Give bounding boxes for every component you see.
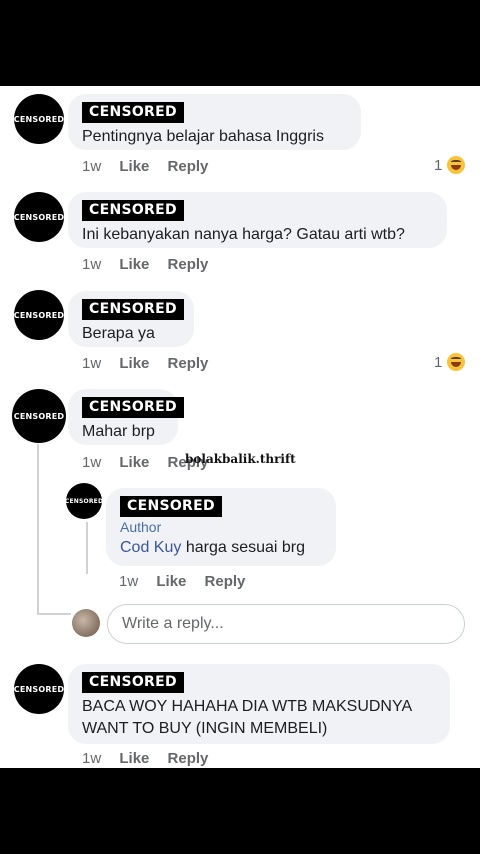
avatar[interactable]: CENSORED bbox=[12, 389, 66, 443]
comment-actions: 1w Like Reply bbox=[82, 256, 222, 273]
commenter-name[interactable]: CENSORED bbox=[82, 200, 184, 221]
reaction-number: 1 bbox=[434, 353, 443, 371]
like-button[interactable]: Like bbox=[119, 256, 149, 273]
comment-text: Pentingnya belajar bahasa Inggris bbox=[82, 128, 324, 145]
reply-button[interactable]: Reply bbox=[168, 750, 209, 767]
commenter-name[interactable]: CENSORED bbox=[82, 299, 184, 320]
reaction-count[interactable]: 1 bbox=[434, 156, 466, 174]
reply-placeholder: Write a reply... bbox=[122, 615, 224, 632]
avatar-label: CENSORED bbox=[13, 212, 65, 222]
comment-actions: 1w Like Reply bbox=[82, 158, 222, 175]
commenter-name[interactable]: CENSORED bbox=[82, 672, 184, 693]
timestamp: 1w bbox=[82, 750, 102, 767]
comment-text-line1: BACA WOY HAHAHA DIA WTB MAKSUDNYA bbox=[82, 698, 413, 715]
like-button[interactable]: Like bbox=[119, 355, 149, 372]
thread-connector bbox=[37, 613, 71, 615]
reply-button[interactable]: Reply bbox=[168, 256, 209, 273]
avatar[interactable]: CENSORED bbox=[64, 483, 104, 519]
avatar-label: CENSORED bbox=[13, 411, 65, 421]
author-badge: Author bbox=[120, 519, 162, 535]
comments-panel: CENSORED CENSORED Pentingnya belajar bah… bbox=[0, 86, 480, 768]
comment-text-body: harga sesuai brg bbox=[181, 539, 306, 556]
comment-bubble: CENSORED BACA WOY HAHAHA DIA WTB MAKSUDN… bbox=[68, 664, 450, 744]
commenter-name[interactable]: CENSORED bbox=[82, 397, 184, 418]
comment-bubble: CENSORED Pentingnya belajar bahasa Inggr… bbox=[68, 94, 361, 150]
comment-actions: 1w Like Reply bbox=[82, 355, 222, 372]
like-button[interactable]: Like bbox=[119, 750, 149, 767]
like-button[interactable]: Like bbox=[156, 573, 186, 590]
avatar-label: CENSORED bbox=[64, 497, 104, 505]
mention-link[interactable]: Cod Kuy bbox=[120, 539, 181, 556]
reaction-count[interactable]: 1 bbox=[434, 353, 466, 371]
laughing-emoji-icon bbox=[447, 156, 466, 174]
avatar-label: CENSORED bbox=[13, 114, 65, 124]
current-user-avatar bbox=[72, 609, 100, 637]
commenter-name[interactable]: CENSORED bbox=[120, 496, 222, 517]
avatar-label: CENSORED bbox=[13, 310, 65, 320]
comment-bubble: CENSORED Berapa ya bbox=[68, 291, 194, 347]
reply-button[interactable]: Reply bbox=[168, 158, 209, 175]
reaction-number: 1 bbox=[434, 156, 443, 174]
laughing-emoji-icon bbox=[447, 353, 466, 371]
timestamp: 1w bbox=[119, 573, 139, 590]
timestamp: 1w bbox=[82, 454, 102, 471]
avatar[interactable]: CENSORED bbox=[14, 664, 64, 714]
thread-line bbox=[37, 444, 39, 614]
reply-button[interactable]: Reply bbox=[205, 573, 246, 590]
comment-text-line2: WANT TO BUY (INGIN MEMBELI) bbox=[82, 720, 328, 737]
avatar[interactable]: CENSORED bbox=[14, 192, 64, 242]
timestamp: 1w bbox=[82, 158, 102, 175]
avatar[interactable]: CENSORED bbox=[14, 94, 64, 144]
timestamp: 1w bbox=[82, 355, 102, 372]
comment-text: Mahar brp bbox=[82, 423, 155, 440]
comment-actions: 1w Like Reply bbox=[82, 750, 222, 767]
avatar-label: CENSORED bbox=[13, 684, 65, 694]
comment-text: Cod Kuy harga sesuai brg bbox=[120, 537, 322, 559]
like-button[interactable]: Like bbox=[119, 158, 149, 175]
avatar[interactable]: CENSORED bbox=[14, 290, 64, 340]
commenter-name[interactable]: CENSORED bbox=[82, 102, 184, 123]
like-button[interactable]: Like bbox=[119, 454, 149, 471]
reply-actions: 1w Like Reply bbox=[119, 573, 259, 590]
comment-bubble: CENSORED Ini kebanyakan nanya harga? Gat… bbox=[68, 192, 447, 248]
reply-input[interactable]: Write a reply... bbox=[107, 604, 465, 644]
reply-button[interactable]: Reply bbox=[168, 355, 209, 372]
comment-text: Berapa ya bbox=[82, 325, 155, 342]
reply-bubble: CENSORED Author Cod Kuy harga sesuai brg bbox=[106, 488, 336, 566]
reply-thread-line bbox=[86, 522, 88, 574]
comment-bubble: CENSORED Mahar brp bbox=[68, 389, 184, 445]
comment-text: Ini kebanyakan nanya harga? Gatau arti w… bbox=[82, 226, 405, 243]
timestamp: 1w bbox=[82, 256, 102, 273]
watermark: bolakbalik.thrift bbox=[185, 452, 296, 466]
